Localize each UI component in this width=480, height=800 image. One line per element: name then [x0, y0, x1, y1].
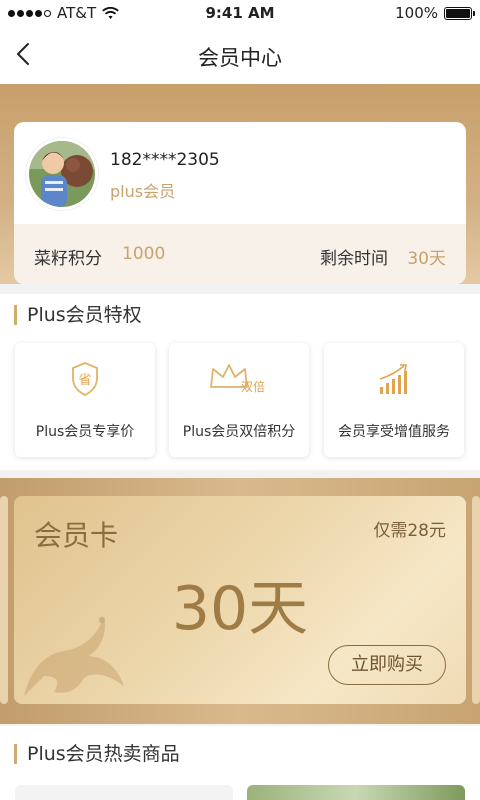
- crown-double-text: 双倍: [241, 379, 265, 394]
- privilege-member-price[interactable]: 省 Plus会员专享价: [15, 343, 155, 457]
- vip-card-price: 仅需28元: [373, 521, 446, 541]
- member-level: plus会员: [110, 182, 176, 201]
- battery-percent: 100%: [395, 4, 438, 22]
- points-bar: 菜籽积分 1000 剩余时间 30天: [14, 224, 466, 284]
- status-right: 100%: [395, 4, 475, 22]
- privilege-label: Plus会员专享价: [35, 424, 135, 440]
- status-bar: AT&T 9:41 AM 100%: [0, 0, 480, 26]
- privileges-title: Plus会员特权: [14, 305, 142, 325]
- hot-products-title: Plus会员热卖商品: [14, 744, 180, 764]
- privilege-double-points[interactable]: 双倍 Plus会员双倍积分: [169, 343, 309, 457]
- growth-chart-icon: [324, 361, 464, 397]
- vip-card[interactable]: 会员卡 仅需28元 30天 立即购买: [14, 496, 466, 704]
- carousel-peek-left: [0, 496, 8, 704]
- avatar[interactable]: [26, 138, 98, 210]
- privilege-value-added[interactable]: 会员享受增值服务: [324, 343, 464, 457]
- shield-save-text: 省: [78, 373, 91, 388]
- points-value: 1000: [122, 244, 166, 264]
- member-info-card: 182****2305 plus会员 菜籽积分 1000 剩余时间 30天: [14, 122, 466, 284]
- crown-icon: 双倍: [169, 361, 309, 397]
- nav-bar: 会员中心: [0, 26, 480, 84]
- product-card-2[interactable]: [247, 785, 465, 800]
- carousel-peek-right: [472, 496, 480, 704]
- remaining-time-label: 剩余时间: [320, 249, 388, 269]
- privilege-label: Plus会员双倍积分: [182, 424, 296, 440]
- buy-now-button[interactable]: 立即购买: [328, 645, 446, 685]
- vip-card-name: 会员卡: [34, 519, 119, 552]
- points-label: 菜籽积分: [34, 249, 102, 269]
- member-phone: 182****2305: [110, 150, 220, 170]
- remaining-time-value: 30天: [407, 249, 446, 269]
- shield-save-icon: 省: [15, 361, 155, 397]
- battery-icon: [444, 6, 475, 20]
- privilege-label: 会员享受增值服务: [338, 424, 450, 440]
- vip-card-days: 30天: [171, 574, 309, 644]
- page-title: 会员中心: [198, 46, 282, 70]
- product-card-1[interactable]: [15, 785, 233, 800]
